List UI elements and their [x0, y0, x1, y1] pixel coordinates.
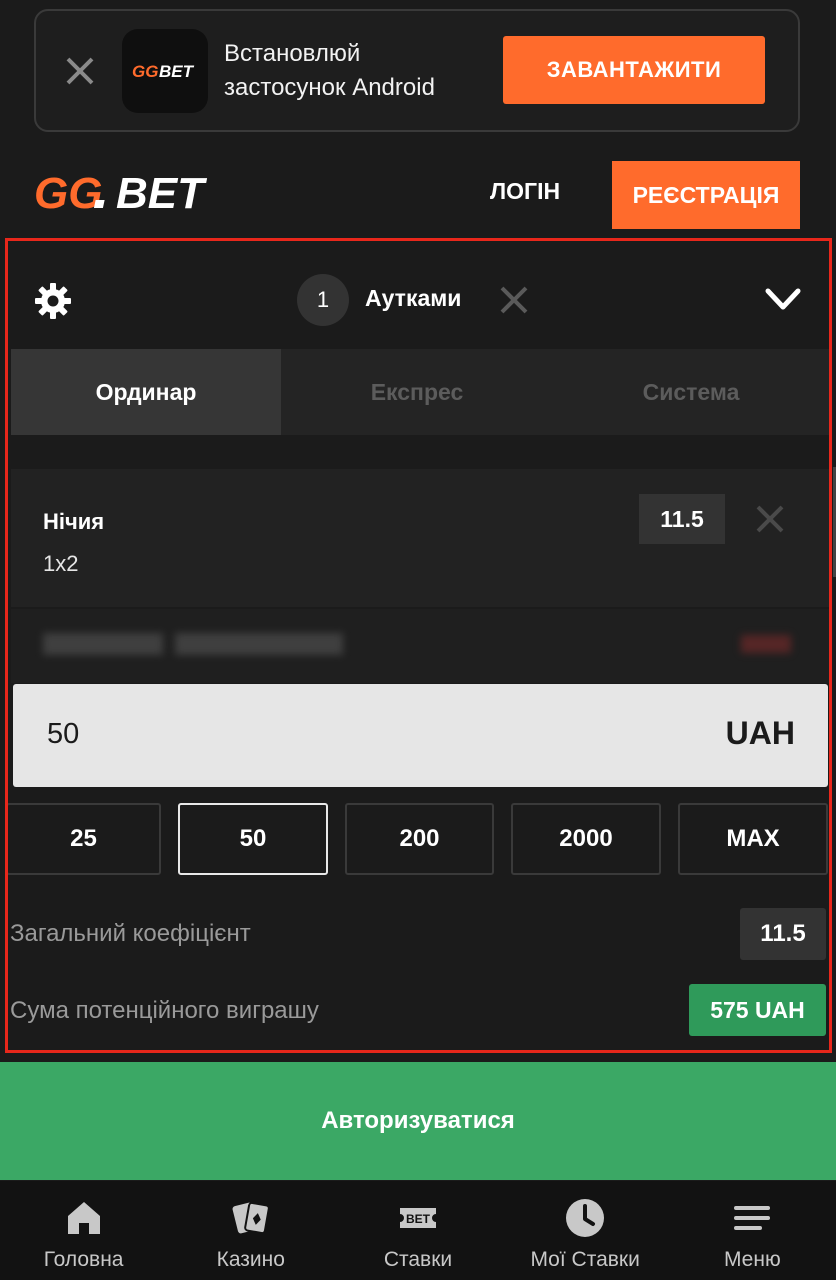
- tab-express[interactable]: Експрес: [281, 349, 553, 435]
- svg-text:GG: GG: [34, 170, 102, 214]
- clear-icon[interactable]: [496, 282, 532, 318]
- remove-selection-icon[interactable]: [753, 502, 787, 536]
- selection-market: 1x2: [43, 551, 79, 576]
- bet-type-tabs: Ординар Експрес Система: [11, 349, 829, 435]
- authorize-button[interactable]: Авторизуватися: [0, 1062, 836, 1180]
- register-button[interactable]: РЕЄСТРАЦІЯ: [612, 161, 800, 229]
- stake-currency: UAH: [725, 715, 795, 751]
- obscured-odds: [741, 635, 791, 653]
- stake-value: 50: [47, 718, 80, 750]
- ggbet-logo-icon: GG BET: [132, 62, 195, 81]
- login-button[interactable]: ЛОГІН: [490, 178, 560, 205]
- nav-item-casino[interactable]: Казино: [167, 1181, 334, 1280]
- selection-count-badge: 1: [297, 274, 349, 326]
- nav-label: Мої Ставки: [530, 1248, 640, 1271]
- quick-stake-max[interactable]: MAX: [678, 803, 828, 875]
- clock-icon: [566, 1199, 605, 1237]
- nav-item-my-bets[interactable]: Мої Ставки: [502, 1181, 669, 1280]
- tab-system[interactable]: Система: [553, 349, 829, 435]
- nav-item-menu[interactable]: Меню: [669, 1181, 836, 1280]
- selection-card-obscured: [11, 609, 829, 683]
- ggbet-logo[interactable]: GG BET: [34, 170, 210, 214]
- app-icon: GG BET: [122, 29, 208, 113]
- obscured-text: [43, 633, 343, 655]
- chevron-down-icon[interactable]: [763, 281, 803, 317]
- betslip-panel: 1 Аутками Ординар Експрес Система Нічия …: [5, 238, 832, 1053]
- svg-text:BET: BET: [116, 170, 207, 214]
- total-odds-label: Загальний коефіцієнт: [10, 920, 251, 947]
- betslip-title: Аутками: [365, 285, 462, 311]
- quick-stake-buttons: 25 50 200 2000 MAX: [8, 803, 829, 875]
- nav-item-bets[interactable]: BET Ставки: [334, 1181, 501, 1280]
- potential-win-label: Сума потенційного виграшу: [10, 997, 319, 1024]
- banner-text: Встановлюй застосунок Android: [224, 37, 484, 105]
- home-icon: [67, 1202, 100, 1234]
- betslip-header: 1 Аутками: [8, 241, 829, 349]
- selection-name: Нічия: [43, 509, 105, 534]
- banner-text-line2: застосунок Android: [224, 74, 435, 101]
- quick-stake-2000[interactable]: 2000: [511, 803, 661, 875]
- quick-stake-50[interactable]: 50: [178, 803, 328, 875]
- quick-stake-200[interactable]: 200: [345, 803, 494, 875]
- nav-label: Меню: [723, 1248, 781, 1271]
- cards-icon: [232, 1201, 270, 1235]
- close-icon[interactable]: [60, 51, 100, 91]
- gear-icon[interactable]: [33, 281, 73, 321]
- nav-item-home[interactable]: Головна: [0, 1181, 167, 1280]
- svg-text:GG: GG: [132, 62, 158, 81]
- nav-label: Ставки: [383, 1248, 453, 1271]
- potential-win-value: 575 UAH: [689, 984, 826, 1036]
- banner-text-line1: Встановлюй: [224, 40, 361, 67]
- app-download-banner: GG BET Встановлюй застосунок Android ЗАВ…: [34, 9, 800, 132]
- stake-input[interactable]: 50 UAH: [13, 684, 828, 787]
- nav-label: Головна: [43, 1248, 124, 1271]
- total-odds-value: 11.5: [740, 908, 826, 960]
- selection-odds: 11.5: [639, 494, 725, 544]
- bottom-nav: Головна Казино BET Ставки Мої Ставки Мен…: [0, 1181, 836, 1280]
- quick-stake-25[interactable]: 25: [8, 803, 161, 875]
- menu-icon: [734, 1206, 771, 1230]
- bet-ticket-icon: BET: [399, 1208, 436, 1228]
- svg-text:BET: BET: [159, 62, 195, 81]
- tab-single[interactable]: Ординар: [11, 349, 281, 435]
- selection-card: Нічия 1x2 11.5: [11, 469, 829, 607]
- download-button[interactable]: ЗАВАНТАЖИТИ: [503, 36, 765, 104]
- nav-label: Казино: [216, 1248, 285, 1271]
- svg-text:BET: BET: [406, 1212, 431, 1226]
